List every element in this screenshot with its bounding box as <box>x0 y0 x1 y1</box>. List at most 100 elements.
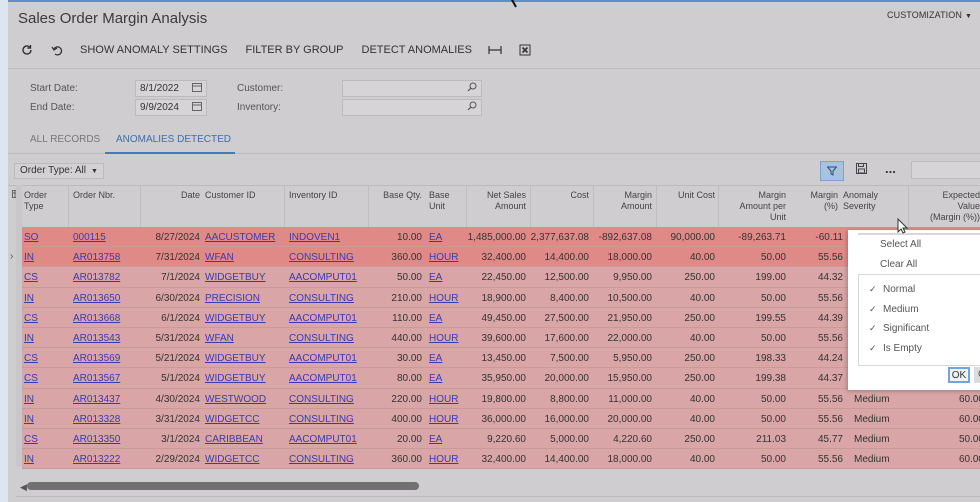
cell-link[interactable]: IN <box>24 333 34 344</box>
col-customer-id[interactable]: Customer ID <box>205 190 256 201</box>
cell-link[interactable]: AACOMPUT01 <box>289 272 357 283</box>
cell-link[interactable]: AR013668 <box>73 313 120 324</box>
table-row[interactable]: CS AR013567 5/1/2024 WIDGETBUY AACOMPUT01 80.… <box>22 368 980 389</box>
table-row[interactable]: IN AR013222 2/29/2024 WIDGETCC CONSULTING 360… <box>22 449 980 470</box>
option-significant[interactable]: Significant <box>883 323 929 334</box>
cell-link[interactable]: AR013569 <box>73 353 120 364</box>
customization-menu[interactable]: CUSTOMIZATION ▼ <box>887 10 972 20</box>
check-icon[interactable]: ✓ <box>869 323 877 334</box>
cell-link[interactable]: 000115 <box>73 232 106 243</box>
option-normal[interactable]: Normal <box>883 284 915 295</box>
col-order-nbr[interactable]: Order Nbr. <box>73 190 115 201</box>
tab-all-records[interactable]: ALL RECORDS <box>30 134 100 145</box>
col-order-type[interactable]: Order Type <box>24 190 47 212</box>
order-type-dropdown[interactable]: Order Type: All ▼ <box>14 163 104 179</box>
cell-link[interactable]: PRECISION <box>205 293 260 304</box>
cell-link[interactable]: IN <box>24 394 34 405</box>
cell-link[interactable]: SO <box>24 232 38 243</box>
cell-link[interactable]: CS <box>24 434 38 445</box>
col-unit-cost[interactable]: Unit Cost <box>663 190 715 201</box>
cell-link[interactable]: IN <box>24 414 34 425</box>
scroll-left-icon[interactable]: ◀ <box>20 482 27 493</box>
undo-icon[interactable] <box>48 41 66 59</box>
grid-search-input[interactable] <box>911 161 980 179</box>
col-margin-amount[interactable]: Margin Amount <box>598 190 652 212</box>
cell-link[interactable]: AACOMPUT01 <box>289 353 357 364</box>
cell-link[interactable]: AACUSTOMER <box>205 232 275 243</box>
more-options-button[interactable]: ... <box>885 161 896 176</box>
col-expected-value[interactable]: Expected Value (Margin (%)) <box>913 190 980 223</box>
detect-anomalies-button[interactable]: DETECT ANOMALIES <box>362 44 472 56</box>
clear-all-option[interactable]: Clear All <box>880 259 917 270</box>
cell-link[interactable]: IN <box>24 252 34 263</box>
cell-link[interactable]: CS <box>24 353 38 364</box>
tab-anomalies-detected[interactable]: ANOMALIES DETECTED <box>116 134 231 145</box>
table-row[interactable]: CS AR013668 6/1/2024 WIDGETBUY AACOMPUT01 110… <box>22 307 980 328</box>
table-row[interactable]: CS AR013782 7/1/2024 WIDGETBUY AACOMPUT01 50.… <box>22 267 980 288</box>
ok-button[interactable]: OK <box>948 367 970 383</box>
table-row[interactable]: IN AR013437 4/30/2024 WESTWOOD CONSULTING 220… <box>22 388 980 409</box>
cell-link[interactable]: CONSULTING <box>289 454 354 465</box>
cell-link[interactable]: AR013437 <box>73 394 120 405</box>
table-row[interactable]: IN AR013543 5/31/2024 WFAN CONSULTING 440.00 H… <box>22 327 980 349</box>
end-date-field[interactable]: 9/9/2024 <box>135 99 207 116</box>
cell-link[interactable]: IN <box>24 454 34 465</box>
horizontal-scrollbar[interactable]: ◀ <box>16 480 980 492</box>
refresh-icon[interactable] <box>18 41 36 59</box>
table-row[interactable]: CS AR013569 5/21/2024 WIDGETBUY AACOMPUT01 30… <box>22 348 980 369</box>
cell-link[interactable]: EA <box>429 272 442 283</box>
select-all-option[interactable]: Select All <box>880 239 921 250</box>
cell-link[interactable]: WIDGETBUY <box>205 353 266 364</box>
col-base-unit[interactable]: Base Unit <box>429 190 450 212</box>
cell-link[interactable]: AACOMPUT01 <box>289 373 357 384</box>
cell-link[interactable]: CARIBBEAN <box>205 434 263 445</box>
cell-link[interactable]: INDOVEN1 <box>289 232 340 243</box>
cell-link[interactable]: CONSULTING <box>289 252 354 263</box>
save-icon[interactable] <box>856 163 867 177</box>
table-row[interactable]: SO 000115 8/27/2024 AACUSTOMER INDOVEN1 10.00… <box>22 227 980 248</box>
filter-by-group-button[interactable]: FILTER BY GROUP <box>246 44 344 56</box>
col-margin-pct[interactable]: Margin (%) <box>788 190 838 212</box>
table-row[interactable]: IN AR013758 7/31/2024 WFAN CONSULTING 360.00 H… <box>10 247 980 268</box>
cell-link[interactable]: EA <box>429 313 442 324</box>
cell-link[interactable]: CONSULTING <box>289 293 354 304</box>
cancel-button[interactable]: CANCEL <box>974 367 980 383</box>
cell-link[interactable]: CONSULTING <box>289 333 354 344</box>
cell-link[interactable]: CONSULTING <box>289 394 354 405</box>
cell-link[interactable]: EA <box>429 373 442 384</box>
cell-link[interactable]: EA <box>429 353 442 364</box>
cell-link[interactable]: CONSULTING <box>289 414 354 425</box>
calendar-icon[interactable] <box>192 101 202 114</box>
col-base-qty[interactable]: Base Qty. <box>373 190 422 201</box>
cell-link[interactable]: HOUR <box>429 252 458 263</box>
cell-link[interactable]: AR013328 <box>73 414 120 425</box>
option-medium[interactable]: Medium <box>883 304 919 315</box>
cell-link[interactable]: AR013543 <box>73 333 120 344</box>
col-cost[interactable]: Cost <box>538 190 589 201</box>
table-row[interactable]: CS AR013350 3/1/2024 CARIBBEAN AACOMPUT01 20.… <box>22 428 980 450</box>
cell-link[interactable]: AR013350 <box>73 434 120 445</box>
cell-link[interactable]: AR013222 <box>73 454 120 465</box>
inventory-field[interactable] <box>342 99 482 116</box>
col-date[interactable]: Date <box>148 190 200 201</box>
col-inventory-id[interactable]: Inventory ID <box>289 190 338 201</box>
cell-link[interactable]: WFAN <box>205 333 234 344</box>
cell-link[interactable]: HOUR <box>429 454 458 465</box>
scrollbar-thumb[interactable] <box>27 482 419 490</box>
cell-link[interactable]: AR013567 <box>73 373 120 384</box>
cell-link[interactable]: HOUR <box>429 394 458 405</box>
cell-link[interactable]: AR013758 <box>73 252 120 263</box>
option-is-empty[interactable]: Is Empty <box>883 343 922 354</box>
col-net-sales[interactable]: Net Sales Amount <box>470 190 526 212</box>
excel-export-icon[interactable] <box>516 41 534 59</box>
cell-link[interactable]: WIDGETBUY <box>205 313 266 324</box>
cell-link[interactable]: CS <box>24 313 38 324</box>
cell-link[interactable]: WIDGETCC <box>205 414 259 425</box>
col-anomaly-severity[interactable]: Anomaly Severity <box>843 190 878 212</box>
check-icon[interactable]: ✓ <box>869 343 877 354</box>
cell-link[interactable]: WIDGETBUY <box>205 272 266 283</box>
cell-link[interactable]: WFAN <box>205 252 234 263</box>
cell-link[interactable]: AR013650 <box>73 293 120 304</box>
cell-link[interactable]: AR013782 <box>73 272 120 283</box>
col-margin-per-unit[interactable]: Margin Amount per Unit <box>723 190 786 223</box>
